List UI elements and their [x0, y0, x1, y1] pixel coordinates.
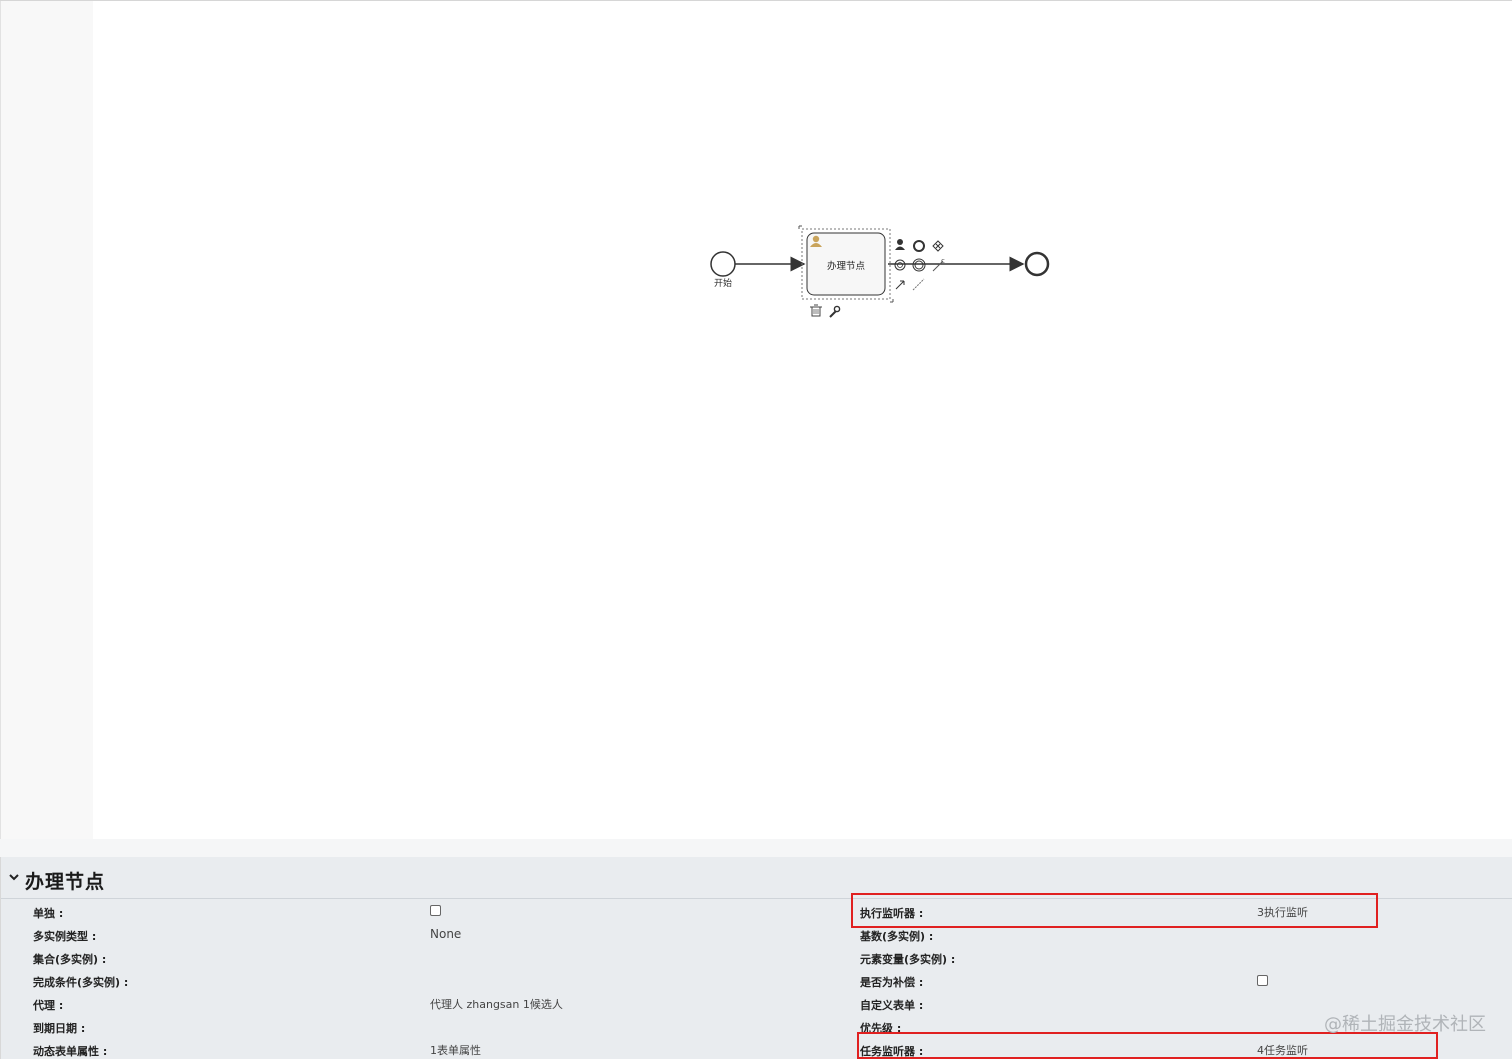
task-listener-highlight — [857, 1032, 1438, 1059]
canvas-bottom-strip — [0, 839, 1512, 857]
prop-value-multi-instance-type[interactable]: None — [430, 927, 461, 941]
intermediate-event-icon[interactable] — [912, 258, 926, 272]
property-panel: 办理节点 单独 : 多实例类型 : None 集合(多实例) : 完成条件(多实… — [0, 857, 1512, 1059]
start-event[interactable] — [710, 251, 736, 277]
left-gutter — [0, 1, 93, 839]
start-event-label: 开始 — [714, 277, 732, 289]
user-task-label: 办理节点 — [827, 260, 866, 272]
selection-corner-tl — [798, 225, 802, 229]
prop-label-collection: 集合(多实例) : — [33, 953, 107, 966]
property-panel-title: 办理节点 — [25, 871, 106, 893]
prop-label-completion-condition: 完成条件(多实例) : — [33, 976, 129, 989]
watermark: @稀土掘金技术社区 — [1324, 1014, 1486, 1035]
gateway-icon[interactable] — [932, 240, 944, 252]
user-icon[interactable] — [895, 239, 905, 250]
association-line-icon[interactable] — [912, 278, 925, 291]
prop-label-cardinality: 基数(多实例) : — [860, 930, 934, 943]
trash-icon[interactable] — [810, 304, 822, 317]
prop-label-form-properties: 动态表单属性 : — [33, 1045, 108, 1058]
end-event-circle-icon[interactable] — [913, 240, 925, 252]
prop-label-multi-instance-type: 多实例类型 : — [33, 930, 97, 943]
prop-label-due-date: 到期日期 : — [33, 1022, 86, 1035]
selection-corner-br — [890, 299, 894, 303]
prop-value-form-properties[interactable]: 1表单属性 — [430, 1042, 481, 1058]
prop-label-isolated: 单独 : — [33, 907, 64, 920]
isolated-checkbox[interactable] — [430, 905, 441, 916]
svg-text:c: c — [941, 257, 945, 265]
prop-label-form-key: 自定义表单 : — [860, 999, 924, 1012]
end-event[interactable] — [1024, 251, 1050, 277]
execution-listener-highlight — [851, 893, 1378, 928]
bpmn-canvas[interactable]: 开始 办理节点 c — [93, 1, 1512, 839]
prop-label-assignment: 代理 : — [33, 999, 64, 1012]
arrow-icon[interactable] — [895, 280, 905, 290]
chevron-down-icon[interactable] — [8, 871, 20, 883]
prop-label-is-compensation: 是否为补偿 : — [860, 976, 924, 989]
bpmn-diagram: 开始 办理节点 c — [710, 225, 1050, 318]
boundary-timer-icon[interactable] — [894, 259, 906, 271]
prop-label-element-variable: 元素变量(多实例) : — [860, 953, 956, 966]
is-compensation-checkbox[interactable] — [1257, 975, 1268, 986]
prop-value-assignment[interactable]: 代理人 zhangsan 1候选人 — [430, 996, 563, 1012]
wrench-icon[interactable] — [829, 305, 841, 318]
